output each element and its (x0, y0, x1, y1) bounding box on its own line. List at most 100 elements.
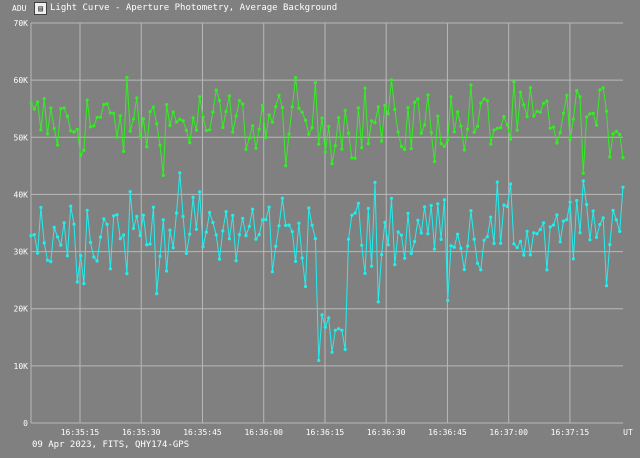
data-point (571, 257, 576, 261)
data-point (419, 131, 423, 135)
data-point (161, 173, 165, 177)
data-point (509, 137, 513, 141)
data-point (495, 126, 499, 130)
data-point (102, 102, 106, 107)
data-point (237, 99, 241, 103)
data-point (565, 93, 569, 97)
data-point (310, 126, 314, 130)
data-point (601, 216, 605, 220)
data-point (247, 224, 251, 228)
data-point (555, 141, 559, 145)
data-point (118, 114, 122, 118)
data-point (535, 109, 539, 113)
data-point (92, 124, 96, 128)
data-point (482, 97, 486, 101)
data-point (277, 224, 281, 228)
x-tick-label: 16:35:30 (122, 428, 161, 437)
data-point (52, 126, 56, 131)
data-point (85, 98, 89, 102)
data-point (59, 243, 63, 247)
data-point (489, 215, 493, 219)
data-point (346, 237, 351, 241)
data-point (469, 209, 473, 213)
data-point (125, 272, 129, 276)
data-point (376, 105, 380, 109)
data-point (370, 119, 374, 123)
x-tick-label: 16:36:45 (428, 428, 467, 437)
data-point (568, 200, 572, 204)
data-point (274, 244, 278, 248)
x-unit-label: UT (623, 428, 633, 437)
data-point (499, 126, 503, 130)
data-point (231, 130, 235, 134)
data-point (528, 253, 533, 257)
data-point (52, 225, 56, 229)
data-point (614, 218, 619, 222)
data-point (545, 268, 549, 272)
data-point (466, 127, 470, 131)
data-point (59, 107, 63, 111)
data-point (188, 232, 192, 236)
data-point (575, 89, 579, 93)
data-point (608, 155, 612, 159)
data-point (518, 90, 523, 94)
data-point (260, 218, 265, 222)
data-point (178, 171, 182, 175)
x-tick-label: 16:36:15 (306, 428, 345, 437)
data-point (386, 112, 390, 116)
x-tick-label: 16:37:00 (489, 428, 528, 437)
data-point (459, 124, 463, 128)
data-point (429, 131, 433, 135)
data-point (244, 234, 248, 238)
x-tick-label: 16:36:00 (244, 428, 283, 437)
data-point (294, 76, 298, 80)
data-point (188, 141, 192, 145)
data-point (581, 171, 585, 175)
data-point (184, 128, 188, 132)
data-point (542, 221, 546, 225)
data-point (561, 111, 566, 115)
series-line (30, 172, 624, 361)
data-point (330, 162, 334, 166)
data-point (115, 213, 119, 217)
data-point (138, 135, 142, 139)
data-point (499, 241, 503, 245)
data-point (320, 313, 324, 317)
data-point (141, 213, 145, 217)
data-point (409, 251, 413, 256)
data-point (112, 214, 116, 218)
data-point (158, 254, 162, 258)
data-point (353, 156, 357, 160)
data-point (234, 259, 238, 263)
data-point (270, 270, 274, 274)
data-point (551, 223, 556, 227)
data-point (145, 243, 149, 247)
data-point (224, 109, 228, 114)
data-point (260, 103, 265, 108)
data-point (118, 237, 122, 241)
data-point (165, 269, 169, 273)
data-point (36, 251, 40, 255)
y-tick-label: 20K (14, 305, 29, 314)
data-point (512, 80, 516, 84)
data-point (356, 201, 360, 205)
data-point (588, 238, 592, 242)
data-point (79, 254, 83, 258)
data-point (565, 218, 569, 222)
data-point (598, 222, 602, 227)
data-point (604, 284, 609, 288)
data-point (65, 254, 69, 258)
data-point (201, 245, 205, 249)
data-point (29, 101, 33, 105)
data-point (280, 196, 284, 200)
data-point (426, 93, 430, 97)
data-point (211, 110, 215, 114)
data-point (337, 327, 341, 331)
data-point (241, 216, 245, 220)
data-point (264, 218, 268, 222)
data-point (548, 126, 552, 130)
data-point (313, 81, 317, 85)
data-point (307, 132, 311, 136)
data-point (85, 208, 89, 212)
data-point (485, 235, 489, 239)
